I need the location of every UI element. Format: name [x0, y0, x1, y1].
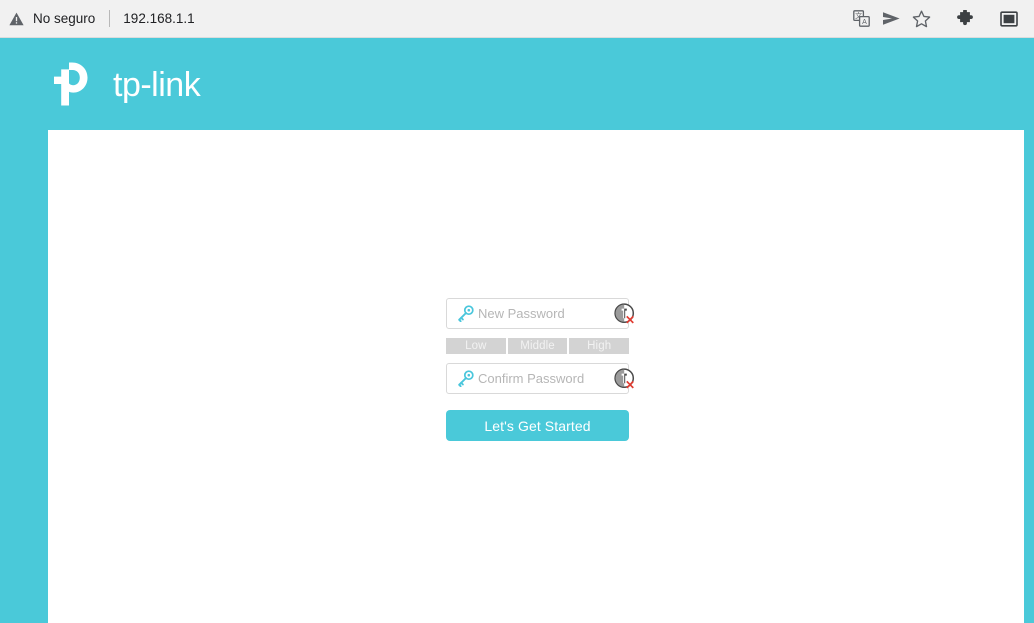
key-icon [456, 370, 474, 388]
key-icon [456, 305, 474, 323]
tp-link-logo: tp-link [48, 56, 201, 117]
broken-image-icon[interactable]: ✕ [614, 367, 636, 392]
address-divider [109, 10, 111, 27]
browser-toolbar-icons: 文 A [846, 0, 1034, 38]
strength-segment-high: High [567, 338, 630, 354]
puzzle-icon[interactable] [950, 4, 980, 34]
warning-triangle-icon[interactable] [6, 9, 26, 29]
lets-get-started-button[interactable]: Let's Get Started [446, 410, 629, 441]
browser-address-area[interactable]: No seguro 192.168.1.1 [0, 0, 195, 38]
broken-image-icon[interactable]: ✕ [614, 302, 636, 327]
new-password-field[interactable]: ✕ [446, 298, 635, 329]
strength-segment-low: Low [446, 338, 506, 354]
side-panel-icon[interactable] [994, 4, 1024, 34]
password-strength-meter: Low Middle High [446, 338, 630, 354]
translate-icon[interactable]: 文 A [846, 4, 876, 34]
svg-text:A: A [862, 19, 867, 26]
content-panel: ✕ Low Middle High ✕ Let's Get Started [48, 130, 1024, 623]
confirm-password-input[interactable] [447, 364, 628, 393]
star-icon[interactable] [906, 4, 936, 34]
svg-text:✕: ✕ [625, 313, 635, 325]
svg-text:✕: ✕ [625, 378, 635, 390]
tp-link-logo-mark [48, 56, 104, 117]
url-text[interactable]: 192.168.1.1 [123, 11, 194, 26]
confirm-password-field[interactable]: ✕ [446, 363, 635, 394]
brand-header: tp-link [0, 38, 1034, 130]
strength-segment-middle: Middle [505, 338, 568, 354]
tp-link-logo-text: tp-link [113, 65, 201, 104]
password-setup-form: ✕ Low Middle High ✕ Let's Get Started [446, 298, 635, 441]
browser-toolbar: No seguro 192.168.1.1 文 A [0, 0, 1034, 38]
security-status-label: No seguro [33, 11, 96, 26]
new-password-input[interactable] [447, 299, 628, 328]
send-icon[interactable] [876, 4, 906, 34]
router-setup-page: tp-link ✕ Low Middle High ✕ Let's Get St… [0, 38, 1034, 623]
